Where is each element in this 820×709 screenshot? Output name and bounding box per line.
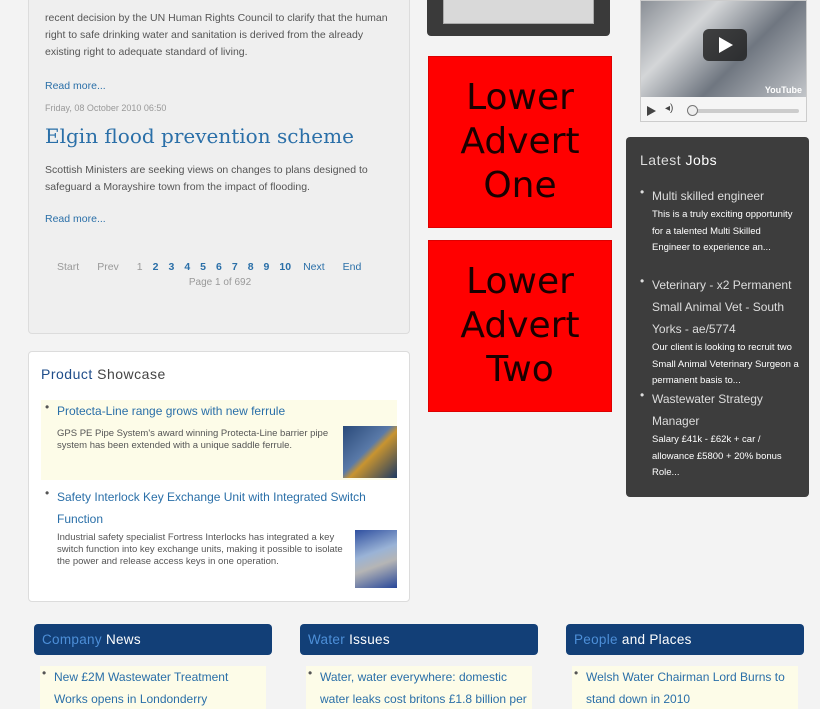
job-desc: Our client is looking to recruit two Sma…	[652, 342, 799, 386]
play-icon[interactable]	[703, 29, 747, 61]
pagination-end[interactable]: End	[343, 261, 362, 273]
pagination-page-9[interactable]: 9	[264, 261, 270, 273]
bullet-icon: •	[574, 666, 579, 680]
water-issues-header-highlight: Water	[308, 632, 346, 647]
pipe-ferrule-thumbnail[interactable]	[343, 426, 397, 478]
showcase-item-desc: GPS PE Pipe System's award winning Prote…	[57, 428, 329, 451]
page-info: Page 1 of 692	[188, 277, 252, 288]
bullet-icon: •	[640, 388, 645, 402]
bullet-icon: •	[640, 185, 645, 199]
bullet-icon: •	[42, 666, 47, 680]
product-showcase: Product Showcase • Protecta-Line range g…	[28, 351, 410, 602]
bullet-icon: •	[45, 400, 50, 414]
water-issues-link[interactable]: Water, water everywhere: domestic water …	[320, 666, 530, 709]
progress-knob[interactable]	[687, 105, 698, 116]
article-date: Friday, 08 October 2010 06:50	[45, 103, 167, 113]
advert-frame-top	[427, 0, 610, 36]
lower-advert-one-text: Lower Advert One	[460, 77, 580, 206]
interlock-unit-thumbnail[interactable]	[355, 530, 397, 588]
video-player[interactable]: YouTube ◂)	[640, 0, 807, 122]
pagination-page-7[interactable]: 7	[232, 261, 238, 273]
pagination-page-3[interactable]: 3	[168, 261, 174, 273]
pagination-page-5[interactable]: 5	[200, 261, 206, 273]
play-button-icon[interactable]	[647, 106, 656, 116]
pagination-page-4[interactable]: 4	[184, 261, 190, 273]
lower-advert-two-text: Lower Advert Two	[460, 261, 580, 390]
pagination-start: Start	[57, 261, 80, 273]
job-title-link[interactable]: Multi skilled engineer	[652, 185, 804, 207]
job-title-link[interactable]: Veterinary - x2 Permanent Small Animal V…	[652, 274, 804, 340]
video-controls: ◂)	[641, 101, 806, 121]
article-title-link[interactable]: Elgin flood prevention scheme	[45, 124, 354, 148]
company-news-header-rest: News	[101, 632, 141, 647]
jobs-title-highlight: Jobs	[685, 152, 718, 168]
list-item: • Water, water everywhere: domestic wate…	[306, 666, 532, 709]
pagination-page-1: 1	[136, 261, 143, 273]
pagination-page-2[interactable]: 2	[153, 261, 159, 273]
company-news-header-highlight: Company	[42, 632, 102, 647]
showcase-title: Product Showcase	[41, 366, 166, 382]
article-body: Scottish Ministers are seeking views on …	[45, 164, 368, 193]
article-panel: recent decision by the UN Human Rights C…	[28, 0, 410, 334]
advert-frame-inner	[443, 0, 594, 24]
jobs-title: Latest Jobs	[640, 152, 717, 168]
water-issues-header: Water Issues	[300, 624, 538, 655]
volume-icon[interactable]: ◂)	[665, 103, 673, 114]
jobs-title-rest: Latest	[640, 152, 686, 168]
list-item: • New £2M Wastewater Treatment Works ope…	[40, 666, 266, 709]
progress-bar[interactable]	[691, 109, 799, 113]
company-news-link[interactable]: New £2M Wastewater Treatment Works opens…	[54, 666, 264, 709]
showcase-title-rest: Showcase	[92, 366, 166, 382]
pagination-page-8[interactable]: 8	[248, 261, 254, 273]
showcase-item-link[interactable]: Protecta-Line range grows with new ferru…	[57, 400, 285, 422]
people-places-link[interactable]: Welsh Water Chairman Lord Burns to stand…	[586, 666, 796, 709]
showcase-item: • Protecta-Line range grows with new fer…	[41, 400, 397, 480]
read-more-link[interactable]: Read more...	[45, 80, 106, 92]
youtube-logo: YouTube	[764, 85, 802, 95]
people-places-header-highlight: People	[574, 632, 618, 647]
list-item: • Welsh Water Chairman Lord Burns to sta…	[572, 666, 798, 709]
bullet-icon: •	[308, 666, 313, 680]
job-desc: Salary £41k - £62k + car / allowance £58…	[652, 434, 782, 478]
pagination: Start Prev 1 2 3 4 5 6 7 8 9 10 Next End	[57, 261, 393, 273]
showcase-item-link[interactable]: Safety Interlock Key Exchange Unit with …	[57, 486, 367, 530]
pagination-next[interactable]: Next	[303, 261, 325, 273]
company-news-header: Company News	[34, 624, 272, 655]
people-places-header: People and Places	[566, 624, 804, 655]
pagination-page-6[interactable]: 6	[216, 261, 222, 273]
people-places-header-rest: and Places	[617, 632, 692, 647]
bullet-icon: •	[45, 486, 50, 500]
showcase-title-highlight: Product	[41, 366, 93, 382]
job-desc: This is a truly exciting opportunity for…	[652, 209, 793, 253]
bullet-icon: •	[640, 274, 645, 288]
lower-advert-one[interactable]: Lower Advert One	[428, 56, 612, 228]
job-title-link[interactable]: Wastewater Strategy Manager	[652, 388, 804, 432]
latest-jobs: Latest Jobs • Multi skilled engineer Thi…	[626, 137, 809, 497]
showcase-item: • Safety Interlock Key Exchange Unit wit…	[41, 486, 397, 588]
pagination-prev: Prev	[97, 261, 119, 273]
water-issues-header-rest: Issues	[345, 632, 390, 647]
pagination-page-10[interactable]: 10	[279, 261, 291, 273]
lower-advert-two[interactable]: Lower Advert Two	[428, 240, 612, 412]
read-more-link-2[interactable]: Read more...	[45, 213, 106, 225]
showcase-item-desc: Industrial safety specialist Fortress In…	[57, 532, 343, 567]
article-intro-text: recent decision by the UN Human Rights C…	[45, 12, 388, 58]
